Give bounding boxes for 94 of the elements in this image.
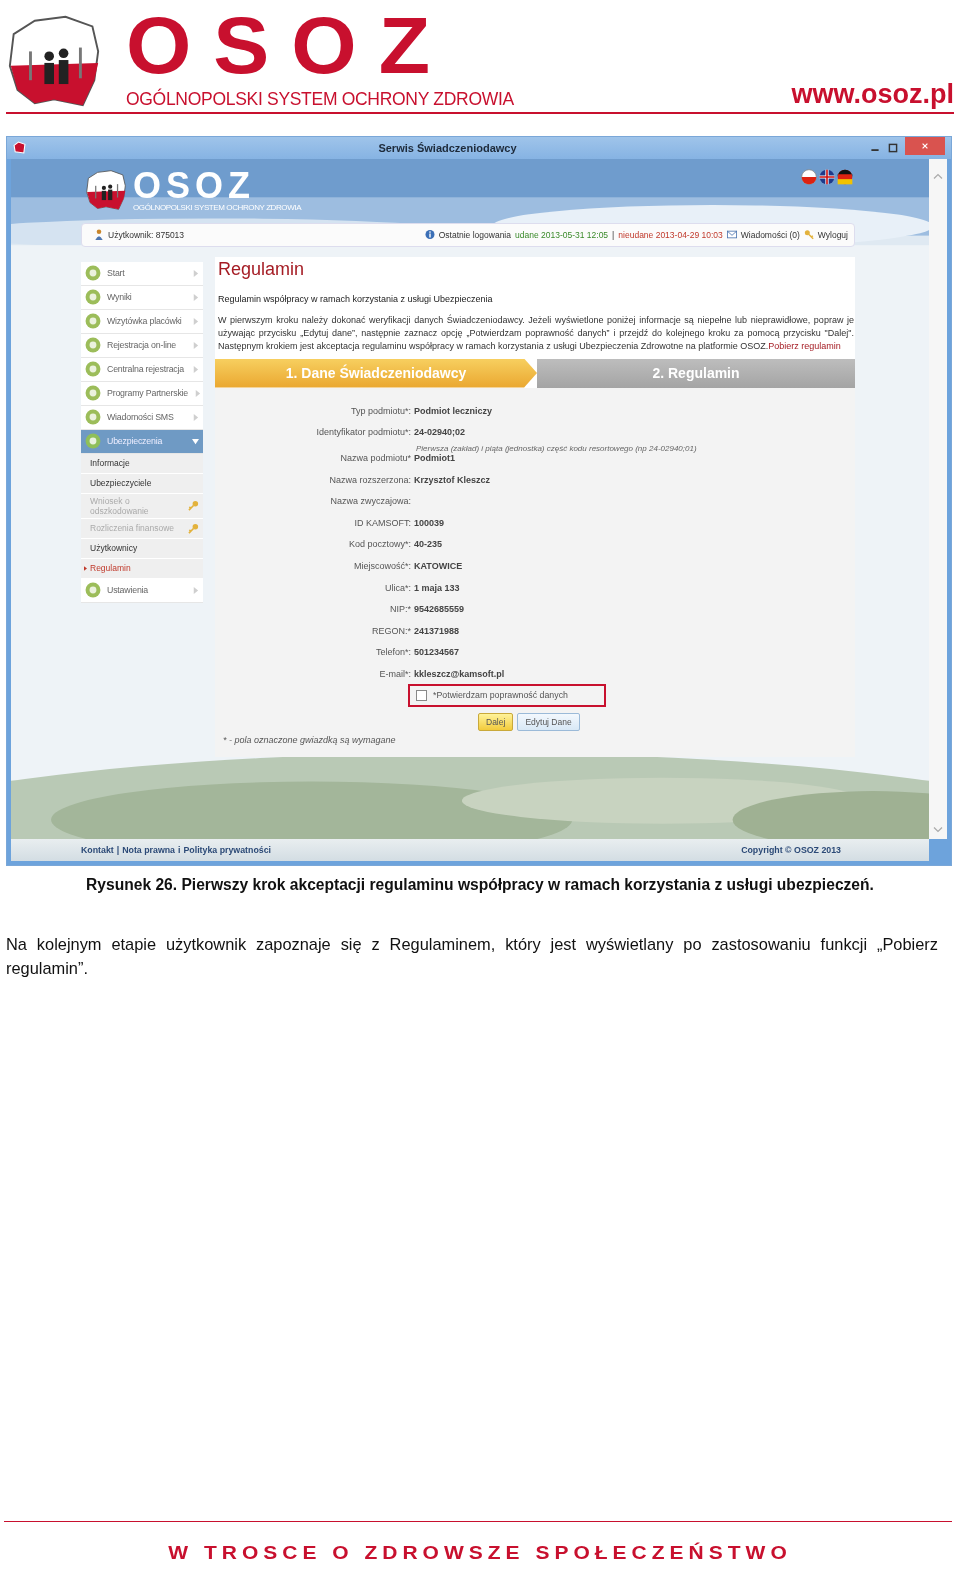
circle-icon (85, 385, 101, 401)
login-failure: nieudane 2013-04-29 10:03 (618, 229, 723, 240)
window-title: Serwis Świadczeniodawcy (377, 141, 518, 154)
field-value: 40-235 (414, 539, 443, 550)
app-logo-title: OSOZ (133, 168, 255, 203)
footer-link[interactable]: Nota prawna (122, 844, 175, 855)
key-icon (188, 500, 199, 511)
intro-paragraph: W pierwszym kroku należy dokonać weryfikacji danych Świadczeniodawcy. Jeżeli wyświetlone poniżej informacje są niepełne lub nieprawidłowe, popraw je używając przycisku „Edytuj dane”, następnie zaznacz opcję „Potwierdzam poprawność danych” i przejdź do kolejnego kroku za pomocą przycisku "Dalej". Następnym krokiem jest akceptacja regulaminu współpracy w ramach korzystania z usługi Ubezpieczenia Zdrowotne na platformie OSOZ.Pobierz regulamin (218, 313, 855, 353)
checkbox-label: *Potwierdzam poprawność danych (433, 690, 568, 701)
field-value: 9542685559 (414, 604, 465, 615)
separator: | (612, 229, 615, 240)
submenu-item[interactable]: Regulamin (81, 558, 203, 579)
menu-item[interactable]: Wiadomości SMS (81, 405, 203, 430)
menu-item[interactable]: Programy Partnerskie (81, 381, 203, 406)
footer-link[interactable]: Polityka prywatności (183, 844, 271, 855)
logo-title: OSOZ (126, 10, 453, 80)
flag-icon[interactable] (801, 168, 817, 185)
footer-link[interactable]: Kontakt (81, 844, 114, 855)
field-label: REGON:* (371, 625, 411, 638)
menu-item[interactable]: Wizytówka placówki (81, 309, 203, 334)
field-label: Identyfikator podmiotu*: (315, 427, 411, 440)
field-label: Nazwa rozszerzona: (328, 474, 411, 487)
field-label: Ulica*: (384, 582, 411, 595)
menu-item[interactable]: Wyniki (81, 285, 203, 310)
info-icon (424, 229, 435, 240)
field-hint: Pierwsza (zakład) i piąta (jednostka) część kodu resortowego (np 24-02940;01) (416, 444, 697, 454)
maximize-icon[interactable] (887, 141, 899, 154)
app-logo-subtitle: OGÓLNOPOLSKI SYSTEM OCHRONY ZDROWIA (133, 202, 302, 212)
field-value: 24-02940;02 (414, 427, 467, 438)
field-label: Nazwa podmiotu* (339, 453, 411, 466)
app-icon (13, 141, 26, 154)
field-value: Podmiot leczniczy (414, 405, 493, 416)
wizard-step: 2. Regulamin (537, 358, 855, 388)
user-icon (94, 229, 104, 240)
field-label: Kod pocztowy*: (347, 539, 411, 552)
wizard-step: 1. Dane Świadczeniodawcy (215, 358, 537, 388)
next-button[interactable]: Dalej (478, 712, 514, 731)
field-value: Podmiot1 (414, 453, 455, 464)
circle-icon (85, 337, 101, 353)
field-label: Nazwa zwyczajowa: (329, 496, 411, 509)
separator: | (116, 844, 120, 855)
circle-icon (85, 433, 101, 449)
logout-link[interactable]: Wyloguj (817, 229, 848, 240)
flag-icon[interactable] (819, 168, 835, 185)
circle-icon (85, 313, 101, 329)
menu-item[interactable]: Rejestracja on-line (81, 333, 203, 358)
field-value: Krzysztof Kleszcz (414, 474, 491, 485)
figure-caption: Rysunek 26. Pierwszy krok akceptacji regulaminu współpracy w ramach korzystania z usługi ubezpieczeń. (85, 875, 875, 894)
key-icon (803, 229, 814, 240)
edit-button[interactable]: Edytuj Dane (517, 712, 580, 731)
menu-item[interactable]: Start (81, 261, 203, 286)
circle-icon (85, 265, 101, 281)
messages-link[interactable]: Wiadomości (0) (740, 229, 800, 240)
circle-icon (85, 582, 101, 598)
field-value: 501234567 (414, 647, 460, 658)
field-value: 100039 (414, 517, 445, 528)
key-icon (188, 522, 199, 534)
circle-icon (85, 289, 101, 305)
circle-icon (85, 361, 101, 377)
slogan: W TROSCE O ZDROWSZE SPOŁECZEŃSTWO (167, 1541, 793, 1565)
submenu-item[interactable]: Użytkownicy (81, 538, 203, 559)
login-success: udane 2013-05-31 12:05 (515, 229, 609, 240)
submenu-item[interactable]: Ubezpieczyciele (81, 473, 203, 494)
field-value: 241371988 (414, 625, 460, 636)
last-login-label: Ostatnie logowania (438, 229, 511, 240)
separator: i (178, 844, 181, 855)
field-label: NIP:* (389, 604, 411, 617)
website-url: www.osoz.pl (791, 79, 954, 110)
circle-icon (85, 409, 101, 425)
download-link[interactable]: Pobierz regulamin (768, 340, 841, 351)
field-label: Miejscowość*: (353, 561, 411, 574)
envelope-icon (726, 229, 737, 240)
logo-subtitle: OGÓLNOPOLSKI SYSTEM OCHRONY ZDROWIA (126, 89, 514, 110)
field-label: Telefon*: (374, 647, 411, 660)
field-label: ID KAMSOFT: (353, 517, 411, 530)
copyright: Copyright © OSOZ 2013 (741, 844, 841, 855)
field-value: 1 maja 133 (414, 582, 460, 593)
required-note: * - pola oznaczone gwiazdką są wymagane (222, 734, 397, 745)
field-label: Typ podmiotu*: (349, 405, 411, 418)
field-label: E-mail*: (378, 669, 411, 682)
close-icon (921, 141, 929, 150)
field-value: KATOWICE (414, 561, 463, 572)
submenu-item[interactable]: Informacje (81, 453, 203, 474)
bullet-icon (84, 565, 87, 571)
menu-item[interactable]: Ustawienia (81, 578, 203, 603)
user-id: Użytkownik: 875013 (108, 229, 185, 240)
body-paragraph: Na kolejnym etapie użytkownik zapoznaje się z Regulaminem, który jest wyświetlany po zastosowaniu funkcji „Pobierz regulamin”. (6, 933, 938, 979)
menu-item[interactable]: Centralna rejestracja (81, 357, 203, 382)
checkbox[interactable] (416, 689, 427, 701)
field-value: kkleszcz@kamsoft.pl (414, 669, 505, 680)
flag-icon[interactable] (837, 168, 853, 185)
page-title: Regulamin (218, 258, 306, 280)
logo-icon (85, 168, 127, 211)
page-subtitle: Regulamin współpracy w ramach korzystania z usługi Ubezpieczenia (218, 293, 494, 304)
